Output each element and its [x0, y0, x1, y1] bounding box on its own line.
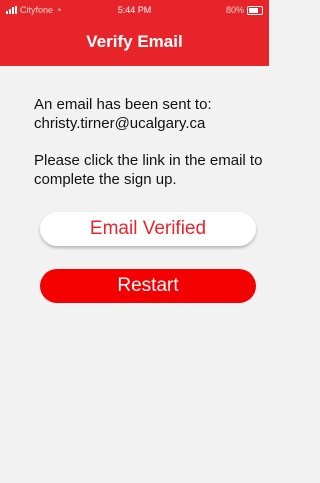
header-bar: Cityfone ◔ 5:44 PM 80% Verify Email [0, 0, 269, 66]
status-bar: Cityfone ◔ 5:44 PM 80% [0, 0, 269, 24]
battery-percent: 80% [225, 5, 244, 15]
battery-info: 80% [226, 5, 263, 15]
email-verified-button[interactable]: Email Verified [40, 212, 256, 246]
page-title: Verify Email [86, 32, 183, 51]
battery-icon [247, 5, 263, 15]
email-sent-message: An email has been sent to: christy.tirne… [34, 96, 212, 132]
restart-button[interactable]: Restart [40, 269, 256, 303]
instruction-message: Please click the link in the email to co… [34, 152, 263, 188]
